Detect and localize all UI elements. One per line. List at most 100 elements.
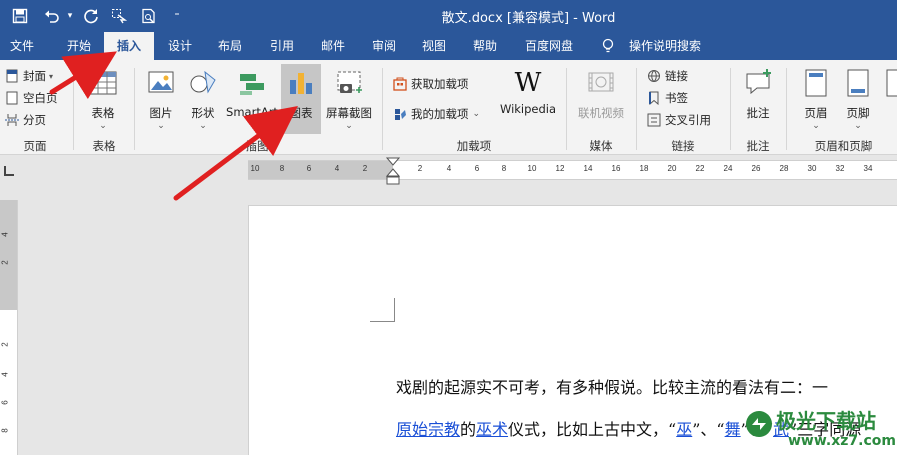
tab-layout[interactable]: 布局 xyxy=(208,32,252,60)
ruler-number: 2 xyxy=(417,164,423,173)
ruler-number: 6 xyxy=(0,400,10,405)
ruler-number: 20 xyxy=(667,164,677,173)
watermark-text: 极光下载站 xyxy=(776,409,876,433)
vertical-ruler[interactable]: 4 2 2 4 6 8 xyxy=(0,200,18,455)
cover-page-button[interactable]: 封面 ▾ xyxy=(4,66,53,86)
ruler-number: 18 xyxy=(639,164,649,173)
link-icon xyxy=(646,69,662,83)
bookmark-button[interactable]: 书签 xyxy=(646,88,688,108)
group-label-pages: 页面 xyxy=(23,139,47,153)
group-divider xyxy=(382,68,383,150)
tab-home[interactable]: 开始 xyxy=(55,32,103,60)
title-bar: ▾ ⁼ 散文.docx [兼容模式] - Word xyxy=(0,0,897,32)
blank-page-icon xyxy=(4,91,20,105)
tell-me-search[interactable]: 操作说明搜索 xyxy=(622,32,708,60)
indent-marker[interactable] xyxy=(386,157,400,187)
chart-icon xyxy=(290,73,312,94)
table-button[interactable]: 表格 ⌄ xyxy=(82,68,124,131)
text-run: ”、“ xyxy=(692,420,725,439)
tab-mailings[interactable]: 邮件 xyxy=(311,32,355,60)
page-break-button[interactable]: 分页 xyxy=(4,110,46,130)
page-number-icon xyxy=(886,69,897,97)
ruler-number: 32 xyxy=(835,164,845,173)
ruler-number: 24 xyxy=(723,164,733,173)
shapes-button[interactable]: 形状 ⌄ xyxy=(184,68,222,131)
chart-button[interactable]: 图表 xyxy=(281,64,321,134)
wikipedia-icon: W xyxy=(514,68,542,98)
ruler-number: 14 xyxy=(583,164,593,173)
horizontal-ruler[interactable]: 10 8 6 4 2 2 4 6 8 10 12 14 16 18 20 22 … xyxy=(248,160,897,180)
ruler-number: 12 xyxy=(555,164,565,173)
group-divider xyxy=(73,68,74,150)
watermark-logo-icon xyxy=(746,411,772,437)
ruler-number: 8 xyxy=(0,428,10,433)
online-video-icon xyxy=(588,72,614,92)
ruler-number: 30 xyxy=(807,164,817,173)
tab-help[interactable]: 帮助 xyxy=(463,32,507,60)
footer-button[interactable]: 页脚 ⌄ xyxy=(840,68,876,131)
chevron-down-icon: ⌄ xyxy=(157,121,165,131)
store-icon xyxy=(392,77,408,91)
bookmark-icon xyxy=(646,91,662,105)
wikipedia-button[interactable]: W Wikipedia xyxy=(496,68,560,116)
tab-baidu-netdisk[interactable]: 百度网盘 xyxy=(516,32,582,60)
document-title: 散文.docx [兼容模式] - Word xyxy=(441,11,616,26)
ruler-number: 2 xyxy=(0,342,10,347)
shapes-icon xyxy=(190,70,216,94)
blank-page-button[interactable]: 空白页 xyxy=(4,88,58,108)
tab-selector[interactable] xyxy=(4,166,14,176)
text-run: 的 xyxy=(460,420,477,439)
text-run: 仪式，比如上古中文，“ xyxy=(508,420,677,439)
online-video-button[interactable]: 联机视频 xyxy=(572,68,630,121)
group-label-addins: 加载项 xyxy=(456,139,492,153)
my-addins-button[interactable]: 我的加载项 ⌄ xyxy=(392,104,480,124)
page-number-button[interactable] xyxy=(882,68,897,101)
chevron-down-icon: ⌄ xyxy=(199,121,207,131)
tab-file[interactable]: 文件 xyxy=(0,32,44,60)
ruler-number: 8 xyxy=(501,164,507,173)
group-label-tables: 表格 xyxy=(92,139,116,153)
ruler-number: 6 xyxy=(474,164,480,173)
hyperlink[interactable]: 巫术 xyxy=(476,420,508,439)
tab-view[interactable]: 视图 xyxy=(412,32,456,60)
group-divider xyxy=(730,68,731,150)
chevron-down-icon: ⌄ xyxy=(99,121,107,131)
smartart-button[interactable]: SmartArt xyxy=(224,68,280,119)
hyperlink[interactable]: 舞 xyxy=(725,420,741,439)
lightbulb-icon xyxy=(598,32,618,60)
tab-design[interactable]: 设计 xyxy=(158,32,202,60)
ruler-number: 2 xyxy=(362,164,368,173)
group-divider xyxy=(636,68,637,150)
ruler-number: 28 xyxy=(779,164,789,173)
ruler-number: 16 xyxy=(611,164,621,173)
header-button[interactable]: 页眉 ⌄ xyxy=(798,68,834,131)
picture-button[interactable]: 图片 ⌄ xyxy=(142,68,180,131)
ruler-number: 22 xyxy=(695,164,705,173)
ruler-number: 2 xyxy=(0,260,10,265)
header-icon xyxy=(805,69,827,97)
ruler-number: 4 xyxy=(334,164,340,173)
chevron-down-icon: ⌄ xyxy=(854,121,862,131)
ruler-number: 10 xyxy=(250,164,260,173)
tab-references[interactable]: 引用 xyxy=(260,32,304,60)
table-icon xyxy=(89,71,117,95)
tab-insert[interactable]: 插入 xyxy=(104,32,154,60)
hyperlink[interactable]: 原始宗教 xyxy=(396,420,460,439)
screenshot-icon xyxy=(337,71,362,93)
margin-corner-mark xyxy=(370,298,395,322)
screenshot-button[interactable]: 屏幕截图 ⌄ xyxy=(323,68,375,131)
link-button[interactable]: 链接 xyxy=(646,66,688,86)
ruler-number: 10 xyxy=(527,164,537,173)
tab-review[interactable]: 审阅 xyxy=(362,32,406,60)
paragraph-line[interactable]: 戏剧的起源实不可考，有多种假说。比较主流的看法有二：一 xyxy=(396,374,828,398)
cross-reference-button[interactable]: 交叉引用 xyxy=(646,110,711,130)
ruler-number: 26 xyxy=(751,164,761,173)
picture-icon xyxy=(148,71,174,93)
get-addins-button[interactable]: 获取加载项 xyxy=(392,74,469,94)
comment-button[interactable]: 批注 xyxy=(738,68,778,121)
group-label-media: 媒体 xyxy=(589,139,613,153)
group-divider xyxy=(786,68,787,150)
group-divider xyxy=(134,68,135,150)
ribbon: 封面 ▾ 空白页 分页 页面 表格 ⌄ 表格 图片 ⌄ 形状 ⌄ SmartAr… xyxy=(0,60,897,155)
hyperlink[interactable]: 巫 xyxy=(676,420,692,439)
